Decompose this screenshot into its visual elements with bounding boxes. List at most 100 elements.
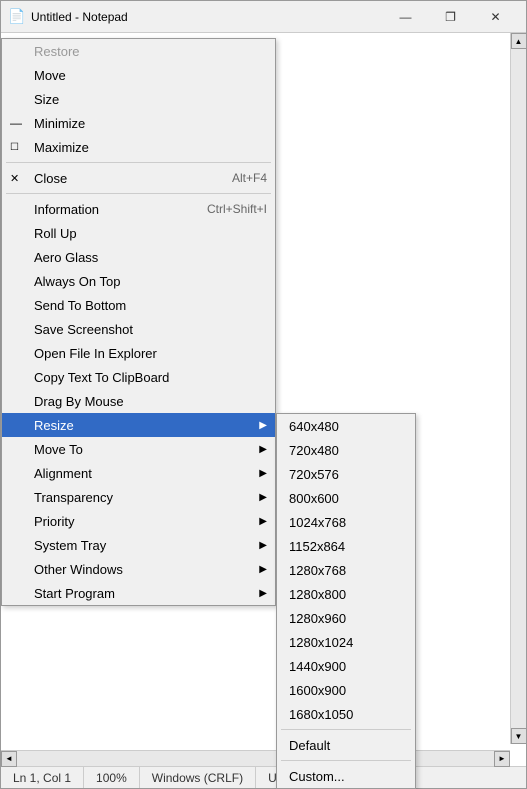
menu-item-information[interactable]: Information Ctrl+Shift+I bbox=[2, 197, 275, 221]
vertical-scrollbar[interactable]: ▲ ▼ bbox=[510, 33, 526, 744]
menu-item-send-to-bottom[interactable]: Send To Bottom bbox=[2, 293, 275, 317]
scroll-track-v[interactable] bbox=[511, 49, 526, 728]
menu-item-move-to[interactable]: Move To ▶ bbox=[2, 437, 275, 461]
menu-item-open-file[interactable]: Open File In Explorer bbox=[2, 341, 275, 365]
content-area: ▲ ▼ ◄ ► Restore Move Size — bbox=[1, 33, 526, 766]
priority-arrow-icon: ▶ bbox=[259, 516, 267, 527]
priority-label: Priority bbox=[34, 514, 74, 529]
scroll-left-arrow[interactable]: ◄ bbox=[1, 751, 17, 767]
menu-item-move[interactable]: Move bbox=[2, 63, 275, 87]
app-icon: 📄 bbox=[9, 9, 25, 25]
start-program-label: Start Program bbox=[34, 586, 115, 601]
menu-item-size[interactable]: Size bbox=[2, 87, 275, 111]
submenu-item-1280x768[interactable]: 1280x768 bbox=[277, 558, 415, 582]
res-default-label: Default bbox=[289, 738, 330, 753]
menu-item-other-windows[interactable]: Other Windows ▶ bbox=[2, 557, 275, 581]
aero-glass-label: Aero Glass bbox=[34, 250, 98, 265]
main-window: 📄 Untitled - Notepad — ❐ ✕ ▲ ▼ ◄ ► Resto… bbox=[0, 0, 527, 789]
submenu-item-720x480[interactable]: 720x480 bbox=[277, 438, 415, 462]
separator-2 bbox=[6, 193, 271, 194]
submenu-item-800x600[interactable]: 800x600 bbox=[277, 486, 415, 510]
copy-text-label: Copy Text To ClipBoard bbox=[34, 370, 169, 385]
menu-item-maximize[interactable]: ☐ Maximize bbox=[2, 135, 275, 159]
resize-arrow-icon: ▶ bbox=[259, 420, 267, 431]
restore-button[interactable]: ❐ bbox=[428, 1, 473, 33]
restore-label: Restore bbox=[34, 44, 80, 59]
menu-item-alignment[interactable]: Alignment ▶ bbox=[2, 461, 275, 485]
size-label: Size bbox=[34, 92, 59, 107]
roll-up-label: Roll Up bbox=[34, 226, 77, 241]
close-button[interactable]: ✕ bbox=[473, 1, 518, 33]
res-1280x800-label: 1280x800 bbox=[289, 587, 346, 602]
submenu-item-default[interactable]: Default bbox=[277, 733, 415, 757]
always-on-top-label: Always On Top bbox=[34, 274, 120, 289]
close-shortcut: Alt+F4 bbox=[232, 171, 267, 185]
submenu-item-1440x900[interactable]: 1440x900 bbox=[277, 654, 415, 678]
horizontal-scrollbar[interactable]: ◄ ► bbox=[1, 750, 510, 766]
system-tray-label: System Tray bbox=[34, 538, 106, 553]
scroll-track-h[interactable] bbox=[17, 751, 494, 766]
menu-item-restore[interactable]: Restore bbox=[2, 39, 275, 63]
send-to-bottom-label: Send To Bottom bbox=[34, 298, 126, 313]
statusbar: Ln 1, Col 1 100% Windows (CRLF) UTF-8 bbox=[1, 766, 526, 788]
res-1440x900-label: 1440x900 bbox=[289, 659, 346, 674]
transparency-label: Transparency bbox=[34, 490, 113, 505]
other-windows-label: Other Windows bbox=[34, 562, 123, 577]
menu-item-system-tray[interactable]: System Tray ▶ bbox=[2, 533, 275, 557]
menu-item-always-on-top[interactable]: Always On Top bbox=[2, 269, 275, 293]
menu-item-aero-glass[interactable]: Aero Glass bbox=[2, 245, 275, 269]
submenu-item-1680x1050[interactable]: 1680x1050 bbox=[277, 702, 415, 726]
submenu-item-1600x900[interactable]: 1600x900 bbox=[277, 678, 415, 702]
statusbar-line-ending: Windows (CRLF) bbox=[140, 767, 256, 788]
res-720x576-label: 720x576 bbox=[289, 467, 339, 482]
submenu-item-640x480[interactable]: 640x480 bbox=[277, 414, 415, 438]
titlebar-buttons: — ❐ ✕ bbox=[383, 1, 518, 33]
res-1280x768-label: 1280x768 bbox=[289, 563, 346, 578]
menu-item-copy-text[interactable]: Copy Text To ClipBoard bbox=[2, 365, 275, 389]
minimize-icon: — bbox=[10, 116, 22, 130]
menu-item-drag-by-mouse[interactable]: Drag By Mouse bbox=[2, 389, 275, 413]
menu-item-save-screenshot[interactable]: Save Screenshot bbox=[2, 317, 275, 341]
menu-item-priority[interactable]: Priority ▶ bbox=[2, 509, 275, 533]
statusbar-zoom: 100% bbox=[84, 767, 140, 788]
submenu-item-custom[interactable]: Custom... bbox=[277, 764, 415, 788]
menu-item-minimize[interactable]: — Minimize bbox=[2, 111, 275, 135]
menu-item-close[interactable]: ✕ Close Alt+F4 bbox=[2, 166, 275, 190]
alignment-arrow-icon: ▶ bbox=[259, 468, 267, 479]
open-file-label: Open File In Explorer bbox=[34, 346, 157, 361]
submenu-item-720x576[interactable]: 720x576 bbox=[277, 462, 415, 486]
move-label: Move bbox=[34, 68, 66, 83]
resize-label: Resize bbox=[34, 418, 74, 433]
menu-item-start-program[interactable]: Start Program ▶ bbox=[2, 581, 275, 605]
information-shortcut: Ctrl+Shift+I bbox=[207, 202, 267, 216]
window-title: Untitled - Notepad bbox=[31, 10, 383, 24]
move-to-label: Move To bbox=[34, 442, 83, 457]
resize-submenu: 640x480 720x480 720x576 800x600 1024x768 bbox=[276, 413, 416, 789]
submenu-item-1280x1024[interactable]: 1280x1024 bbox=[277, 630, 415, 654]
alignment-label: Alignment bbox=[34, 466, 92, 481]
statusbar-position: Ln 1, Col 1 bbox=[1, 767, 84, 788]
maximize-icon: ☐ bbox=[10, 142, 19, 153]
scroll-down-arrow[interactable]: ▼ bbox=[511, 728, 527, 744]
submenu-item-1024x768[interactable]: 1024x768 bbox=[277, 510, 415, 534]
submenu-item-1280x800[interactable]: 1280x800 bbox=[277, 582, 415, 606]
res-1280x1024-label: 1280x1024 bbox=[289, 635, 353, 650]
menu-item-transparency[interactable]: Transparency ▶ bbox=[2, 485, 275, 509]
submenu-item-1152x864[interactable]: 1152x864 bbox=[277, 534, 415, 558]
submenu-item-1280x960[interactable]: 1280x960 bbox=[277, 606, 415, 630]
submenu-separator-1 bbox=[281, 729, 411, 730]
res-1600x900-label: 1600x900 bbox=[289, 683, 346, 698]
menu-item-roll-up[interactable]: Roll Up bbox=[2, 221, 275, 245]
minimize-button[interactable]: — bbox=[383, 1, 428, 33]
scroll-right-arrow[interactable]: ► bbox=[494, 751, 510, 767]
scroll-up-arrow[interactable]: ▲ bbox=[511, 33, 527, 49]
titlebar: 📄 Untitled - Notepad — ❐ ✕ bbox=[1, 1, 526, 33]
minimize-label: Minimize bbox=[34, 116, 85, 131]
transparency-arrow-icon: ▶ bbox=[259, 492, 267, 503]
res-720x480-label: 720x480 bbox=[289, 443, 339, 458]
save-screenshot-label: Save Screenshot bbox=[34, 322, 133, 337]
menu-item-resize[interactable]: Resize ▶ 640x480 720x480 720x576 800x600 bbox=[2, 413, 275, 437]
close-icon: ✕ bbox=[10, 172, 19, 185]
res-1280x960-label: 1280x960 bbox=[289, 611, 346, 626]
res-800x600-label: 800x600 bbox=[289, 491, 339, 506]
